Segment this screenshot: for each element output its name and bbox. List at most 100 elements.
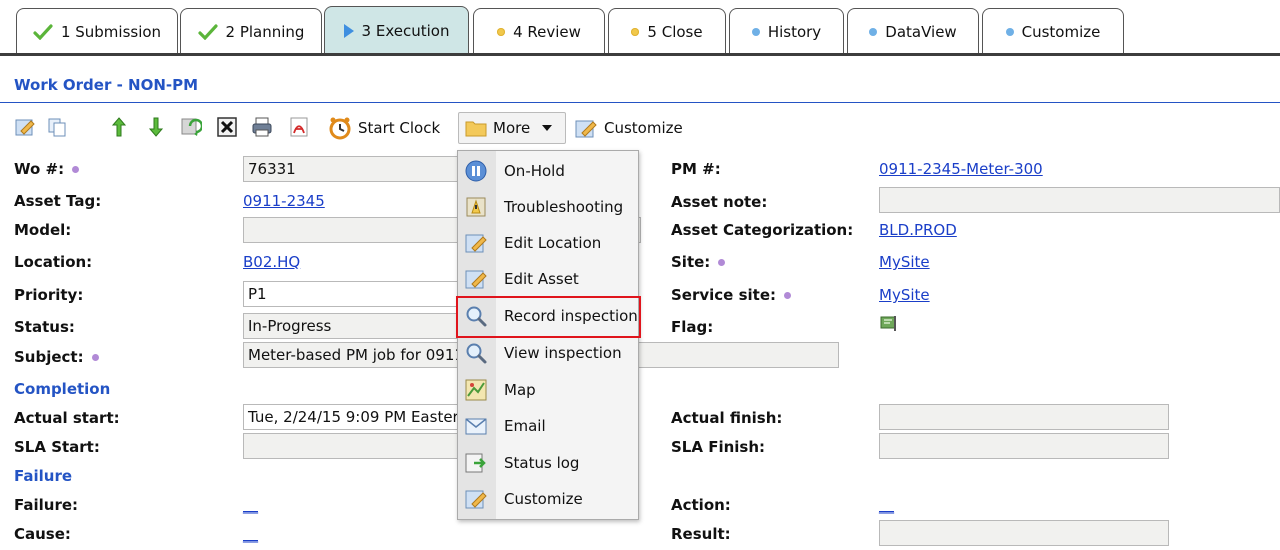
menu-item-label: Map [504, 381, 536, 399]
asset-note-label: Asset note: [671, 193, 768, 211]
clock-icon [329, 117, 351, 140]
site-link[interactable]: MySite [879, 253, 930, 271]
subject-label: Subject: [14, 348, 99, 366]
service-site-link[interactable]: MySite [879, 286, 930, 304]
arrow-up-icon[interactable] [108, 116, 130, 138]
menu-item-label: On-Hold [504, 162, 565, 180]
tab-customize[interactable]: Customize [982, 8, 1124, 54]
menu-item-email[interactable]: Email [458, 408, 638, 444]
page-title: Work Order - NON-PM [14, 76, 199, 94]
sla-finish-label: SLA Finish: [671, 438, 766, 456]
customize-button[interactable]: Customize [568, 112, 689, 144]
required-dot-icon [72, 166, 80, 173]
model-label: Model: [14, 221, 72, 239]
required-dot-icon [91, 354, 99, 361]
tab-history[interactable]: History [729, 8, 844, 54]
status-dot-icon [751, 27, 760, 36]
title-divider [0, 102, 1280, 103]
wo-number-field[interactable]: 76331 [243, 156, 458, 182]
edit-icon[interactable] [14, 116, 36, 138]
menu-item-status-log[interactable]: Status log [458, 445, 638, 481]
cause-link[interactable]: __ [243, 525, 258, 543]
tab-submission[interactable]: 1 Submission [16, 8, 178, 54]
location-label: Location: [14, 253, 93, 271]
actual-start-label: Actual start: [14, 409, 120, 427]
service-site-label: Service site: [671, 286, 791, 304]
edit-asset-icon [465, 270, 487, 289]
menu-item-map[interactable]: Map [458, 372, 638, 408]
start-clock-button[interactable]: Start Clock [322, 112, 446, 144]
action-label: Action: [671, 496, 731, 514]
asset-note-field[interactable] [879, 187, 1280, 213]
tab-label: 2 Planning [225, 22, 305, 41]
pause-icon [465, 160, 487, 182]
arrow-down-icon[interactable] [145, 116, 167, 138]
location-link[interactable]: B02.HQ [243, 253, 300, 271]
menu-item-label: Troubleshooting [504, 198, 624, 216]
tab-dataview[interactable]: DataView [847, 8, 979, 54]
menu-item-troubleshooting[interactable]: Troubleshooting [458, 189, 638, 225]
start-clock-label: Start Clock [358, 119, 441, 137]
required-dot-icon [784, 292, 791, 299]
print-icon[interactable] [251, 116, 273, 138]
action-link[interactable]: __ [879, 496, 894, 514]
pm-link[interactable]: 0911-2345-Meter-300 [879, 160, 1043, 178]
status-label: Status: [14, 318, 75, 336]
menu-item-edit-location[interactable]: Edit Location [458, 225, 638, 261]
pdf-icon[interactable] [288, 116, 310, 138]
result-field[interactable] [879, 520, 1169, 546]
sla-start-field[interactable] [243, 433, 458, 459]
status-field[interactable]: In-Progress [243, 313, 458, 339]
menu-item-label: Customize [504, 490, 583, 508]
status-dot-icon [1005, 27, 1014, 36]
tab-close[interactable]: 5 Close [608, 8, 726, 54]
cause-label: Cause: [14, 525, 71, 543]
asset-categorization-link[interactable]: BLD.PROD [879, 221, 957, 239]
sla-finish-field[interactable] [879, 433, 1169, 459]
tab-execution[interactable]: 3 Execution [324, 6, 469, 54]
customize-icon [575, 120, 597, 138]
menu-item-view-inspection[interactable]: View inspection [458, 335, 638, 371]
tab-label: 1 Submission [60, 22, 162, 41]
required-dot-icon [718, 259, 726, 266]
status-dot-icon [497, 27, 506, 36]
tab-label: DataView [885, 22, 957, 41]
menu-item-label: Email [504, 417, 546, 435]
tab-bar: 1 Submission 2 Planning 3 Execution 4 Re… [0, 0, 1280, 56]
more-button[interactable]: More [458, 112, 566, 144]
tab-label: Customize [1021, 22, 1101, 41]
failure-label: Failure: [14, 496, 79, 514]
map-icon [465, 379, 487, 401]
priority-field[interactable]: P1 [243, 281, 458, 307]
actual-start-field[interactable]: Tue, 2/24/15 9:09 PM Eastern [243, 404, 458, 430]
tab-label: 3 Execution [361, 21, 450, 40]
asset-tag-link[interactable]: 0911-2345 [243, 192, 325, 210]
check-icon [33, 23, 53, 40]
refresh-icon[interactable] [180, 116, 202, 138]
actual-finish-field[interactable] [879, 404, 1169, 430]
status-log-icon [465, 453, 486, 473]
menu-item-on-hold[interactable]: On-Hold [458, 153, 638, 189]
tab-planning[interactable]: 2 Planning [180, 8, 322, 54]
toolbar: Start Clock More Customize [0, 110, 1280, 146]
customize-icon [465, 490, 487, 509]
play-icon [343, 23, 354, 38]
magnifier-icon [466, 343, 487, 364]
menu-item-customize[interactable]: Customize [458, 481, 638, 517]
email-icon [465, 418, 487, 435]
menu-item-edit-asset[interactable]: Edit Asset [458, 261, 638, 297]
asset-categorization-label: Asset Categorization: [671, 221, 854, 239]
flag-icon[interactable] [879, 314, 899, 332]
record-inspection-highlight [456, 296, 641, 338]
failure-link[interactable]: __ [243, 496, 258, 514]
copy-icon[interactable] [46, 116, 68, 138]
delete-icon[interactable] [216, 116, 238, 138]
check-icon [197, 23, 218, 40]
tab-label: 4 Review [513, 22, 581, 41]
customize-label: Customize [604, 119, 683, 137]
tab-review[interactable]: 4 Review [473, 8, 605, 54]
tab-divider [0, 53, 1280, 56]
site-label: Site: [671, 253, 726, 271]
menu-item-label: Edit Location [504, 234, 602, 252]
failure-heading: Failure [14, 467, 73, 485]
